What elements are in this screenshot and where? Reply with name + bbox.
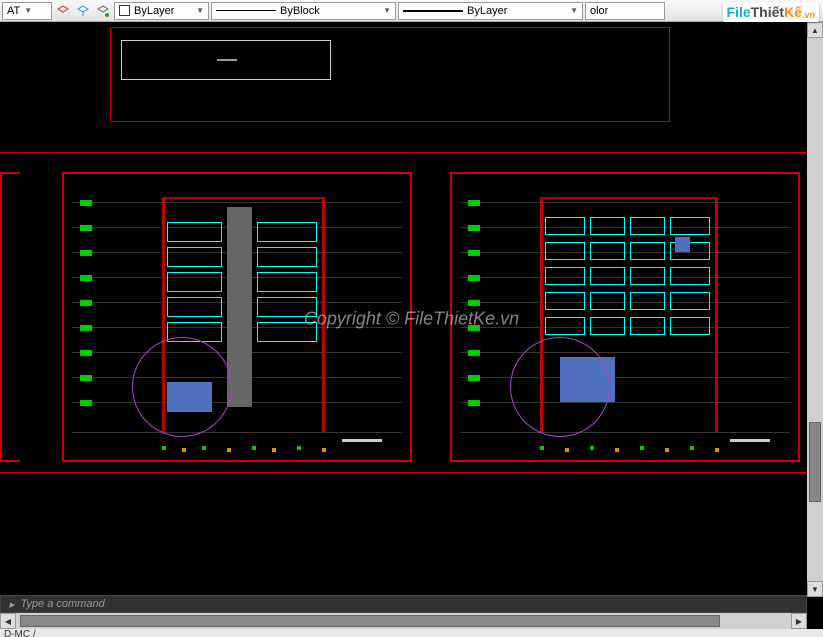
- lineweight-dropdown[interactable]: ByLayer ▼: [398, 2, 583, 20]
- layer-tool-icon-2[interactable]: [74, 2, 92, 20]
- section-drawing-left: [72, 182, 402, 452]
- horizontal-scrollbar[interactable]: ◀ ▶: [0, 613, 807, 629]
- layer-dropdown[interactable]: AT ▼: [2, 2, 52, 20]
- layer-tool-icon-3[interactable]: [94, 2, 112, 20]
- layout-divider-bottom: [0, 472, 823, 473]
- scroll-down-arrow[interactable]: ▼: [807, 581, 823, 597]
- title-block-frame: [110, 27, 670, 122]
- lineweight-label: ByLayer: [467, 5, 507, 17]
- plotstyle-dropdown[interactable]: olor: [585, 2, 665, 20]
- lineweight-sample: [403, 10, 463, 12]
- linetype-sample: [216, 10, 276, 11]
- watermark-vn: .vn: [802, 10, 815, 20]
- linetype-label: ByBlock: [280, 5, 320, 17]
- drawing-canvas[interactable]: [0, 22, 823, 597]
- scroll-up-arrow[interactable]: ▲: [807, 22, 823, 38]
- chevron-down-icon: ▼: [24, 6, 32, 15]
- plotstyle-label-partial: olor: [590, 5, 608, 17]
- layer-tool-icon-1[interactable]: [54, 2, 72, 20]
- horizontal-scroll-thumb[interactable]: [20, 615, 720, 627]
- color-swatch: [119, 5, 130, 16]
- vertical-scrollbar[interactable]: ▲ ▼: [807, 22, 823, 597]
- section-frame-right: [450, 172, 800, 462]
- watermark-ke: Kế: [784, 4, 802, 20]
- detail-callout-circle: [132, 337, 232, 437]
- layout-tab[interactable]: D-MC /: [4, 629, 36, 637]
- scale-bar: [730, 439, 770, 442]
- title-dash: [217, 59, 237, 61]
- scale-bar: [342, 439, 382, 442]
- watermark-file: File: [727, 4, 751, 20]
- detail-callout-circle: [510, 337, 610, 437]
- layout-divider-top: [0, 152, 823, 153]
- title-inner-box: [121, 40, 331, 80]
- section-frame-partial: [0, 172, 20, 462]
- vertical-scroll-thumb[interactable]: [809, 422, 821, 502]
- command-placeholder: Type a command: [21, 598, 105, 610]
- command-line[interactable]: ▸ Type a command: [0, 595, 807, 613]
- chevron-down-icon: ▼: [383, 6, 391, 15]
- properties-toolbar: AT ▼ ByLayer ▼ ByBlock ▼ ByLayer ▼ olor: [0, 0, 823, 22]
- scroll-left-arrow[interactable]: ◀: [0, 613, 16, 629]
- chevron-down-icon: ▼: [196, 6, 204, 15]
- watermark-thiet: Thiết: [751, 4, 784, 20]
- section-frame-left: [62, 172, 412, 462]
- section-drawing-right: [460, 182, 790, 452]
- scroll-right-arrow[interactable]: ▶: [791, 613, 807, 629]
- chevron-down-icon: ▼: [570, 6, 578, 15]
- layer-name-partial: AT: [7, 5, 20, 17]
- watermark-logo: File Thiết Kế .vn: [723, 2, 820, 22]
- color-label: ByLayer: [134, 5, 174, 17]
- status-bar: D-MC /: [0, 629, 823, 637]
- color-dropdown[interactable]: ByLayer ▼: [114, 2, 209, 20]
- linetype-dropdown[interactable]: ByBlock ▼: [211, 2, 396, 20]
